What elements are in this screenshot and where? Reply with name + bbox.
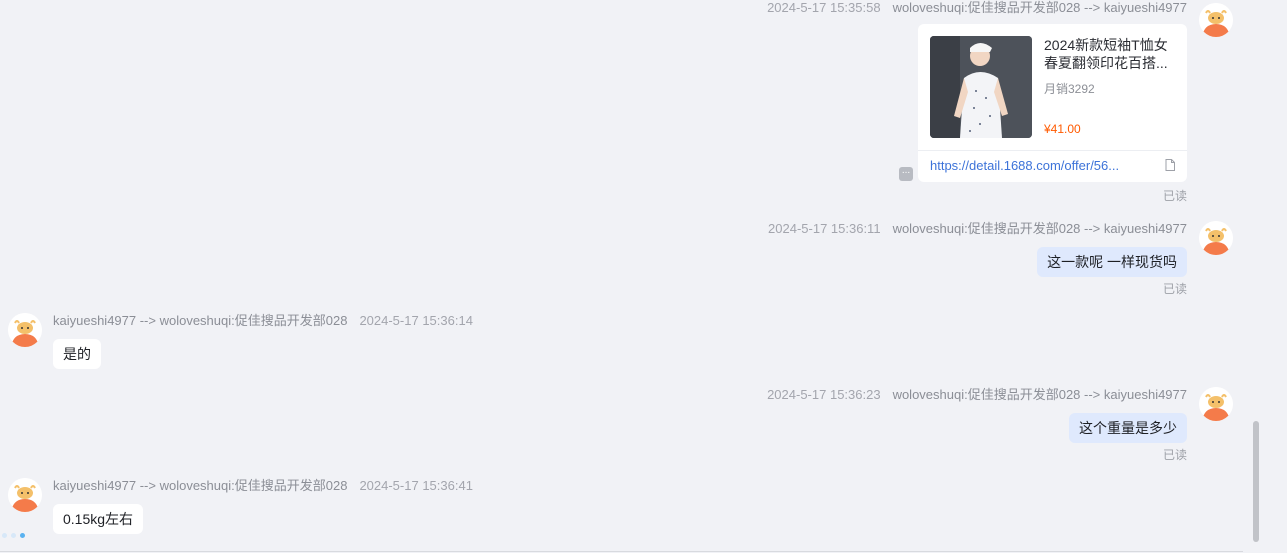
message-route: woloveshuqi:促佳搜品开发部028 --> kaiyueshi4977 [892,387,1187,402]
message-route: kaiyueshi4977 --> woloveshuqi:促佳搜品开发部028 [53,313,348,328]
chat-history-panel: 2024-5-17 15:35:58 woloveshuqi:促佳搜品开发部028… [0,0,1287,553]
bull-avatar-icon[interactable] [1199,3,1233,37]
message-bubble[interactable]: 0.15kg左右 [53,504,144,534]
read-label: 已读 [1162,448,1187,462]
more-icon[interactable]: ... [899,166,913,181]
loading-indicator [2,533,25,538]
product-link[interactable]: https://detail.1688.com/offer/56... [930,158,1119,173]
message-timestamp: 2024-5-17 15:35:58 [767,0,881,15]
bull-avatar-icon[interactable] [8,478,42,512]
read-label: 已读 [1162,189,1187,203]
message-meta-row: 2024-5-17 15:35:58 woloveshuqi:促佳搜品开发部028… [755,0,1187,16]
product-card[interactable]: 2024新款短袖T恤女春夏翻领印花百搭... 月销3292 ¥41.00 htt… [918,24,1187,182]
document-icon[interactable] [1165,158,1175,171]
message-bubble[interactable]: 是的 [53,339,101,369]
message-incoming: kaiyueshi4977 --> woloveshuqi:促佳搜品开发部028… [53,478,485,534]
message-timestamp: 2024-5-17 15:36:14 [359,313,473,328]
message-route: woloveshuqi:促佳搜品开发部028 --> kaiyueshi4977 [892,0,1187,15]
message-route: kaiyueshi4977 --> woloveshuqi:促佳搜品开发部028 [53,478,348,493]
message-bubble[interactable]: 这个重量是多少 [1069,413,1187,443]
bull-avatar-icon[interactable] [8,313,42,347]
bull-avatar-icon[interactable] [1199,221,1233,255]
product-sales: 月销3292 [1044,82,1095,96]
scrollbar-thumb[interactable] [1253,421,1259,542]
message-outgoing: 2024-5-17 15:36:11 woloveshuqi:促佳搜品开发部028… [756,221,1187,297]
read-status: 已读 [1163,184,1187,204]
divider [0,551,1243,552]
message-bubble[interactable]: 这一款呢 一样现货吗 [1037,247,1187,277]
message-incoming: kaiyueshi4977 --> woloveshuqi:促佳搜品开发部028… [53,313,485,369]
message-timestamp: 2024-5-17 15:36:41 [359,478,473,493]
product-title[interactable]: 2024新款短袖T恤女春夏翻领印花百搭... [1044,36,1176,72]
message-timestamp: 2024-5-17 15:36:11 [768,221,881,236]
card-divider [918,150,1187,151]
message-route: woloveshuqi:促佳搜品开发部028 --> kaiyueshi4977 [892,221,1187,236]
message-outgoing: 2024-5-17 15:36:23 woloveshuqi:促佳搜品开发部028… [755,387,1187,463]
bull-avatar-icon[interactable] [1199,387,1233,421]
product-price: ¥41.00 [1044,122,1081,136]
message-timestamp: 2024-5-17 15:36:23 [767,387,881,402]
product-image[interactable] [930,36,1032,138]
read-label: 已读 [1162,282,1187,296]
